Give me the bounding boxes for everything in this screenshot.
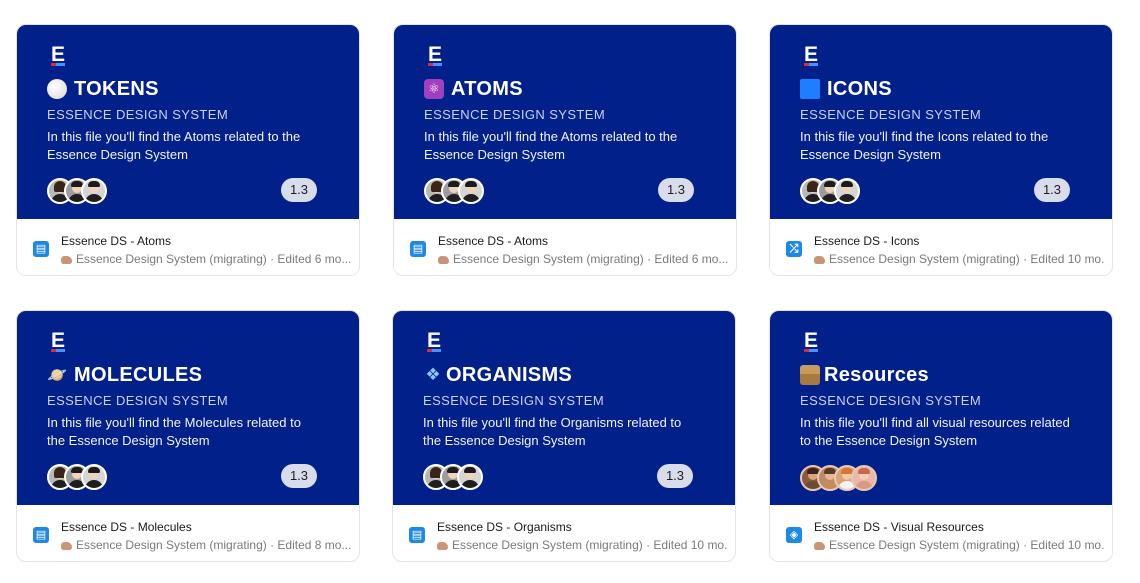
file-meta[interactable]: ▤ Essence DS - Atoms Essence Design Syst… (17, 219, 359, 275)
file-meta[interactable]: ◈ Essence DS - Visual Resources Essence … (770, 505, 1112, 561)
hand-emoji-icon (61, 542, 72, 550)
shuffle-icon: ⤮ (786, 241, 802, 257)
book-icon: ▤ (409, 527, 425, 543)
thumbnail-title: MOLECULES (74, 364, 203, 386)
thumbnail-title: TOKENS (74, 78, 159, 100)
file-subtitle: Essence Design System (migrating) · Edit… (61, 537, 351, 553)
file-card-molecules[interactable]: E 🪐 MOLECULES ESSENCE DESIGN SYSTEM In t… (16, 310, 360, 562)
essence-logo-icon: E (51, 43, 66, 66)
file-subtitle: Essence Design System (migrating) · Edit… (438, 251, 728, 267)
file-meta[interactable]: ▤ Essence DS - Molecules Essence Design … (17, 505, 359, 561)
thumbnail-title: ICONS (827, 78, 892, 100)
avatar (457, 464, 483, 490)
atom-icon: ⚛ (424, 79, 444, 99)
essence-logo-icon: E (427, 329, 442, 352)
file-thumbnail[interactable]: E ⚛ ATOMS ESSENCE DESIGN SYSTEM In this … (394, 25, 736, 219)
file-card-tokens[interactable]: E TOKENS ESSENCE DESIGN SYSTEM In this f… (16, 24, 360, 276)
collaborator-avatars (47, 464, 107, 490)
file-subtitle: Essence Design System (migrating) · Edit… (437, 537, 727, 553)
thumbnail-title: Resources (824, 364, 929, 386)
file-card-resources[interactable]: E Resources ESSENCE DESIGN SYSTEM In thi… (769, 310, 1113, 562)
file-card-organisms[interactable]: E ❖ ORGANISMS ESSENCE DESIGN SYSTEM In t… (392, 310, 736, 562)
version-badge: 1.3 (658, 178, 694, 202)
file-name: Essence DS - Atoms (61, 234, 172, 248)
version-badge: 1.3 (657, 464, 693, 488)
thumbnail-subtitle: ESSENCE DESIGN SYSTEM (800, 107, 982, 122)
thumbnail-description: In this file you'll find the Organisms r… (423, 415, 682, 448)
diamond-cluster-icon: ❖ (425, 365, 441, 384)
essence-logo-icon: E (51, 329, 66, 352)
blue-square-icon (800, 79, 820, 99)
collaborator-avatars (800, 178, 860, 204)
collaborator-avatars (424, 178, 484, 204)
thumbnail-description: In this file you'll find all visual reso… (800, 415, 1070, 448)
thumbnail-subtitle: ESSENCE DESIGN SYSTEM (47, 107, 229, 122)
file-thumbnail[interactable]: E TOKENS ESSENCE DESIGN SYSTEM In this f… (17, 25, 359, 219)
hand-emoji-icon (814, 542, 825, 550)
book-icon: ▤ (410, 241, 426, 257)
essence-logo-icon: E (428, 43, 443, 66)
ringed-planet-icon: 🪐 (47, 365, 67, 385)
collaborator-avatars (800, 465, 877, 491)
thumbnail-title: ORGANISMS (446, 364, 573, 386)
collaborator-avatars (47, 178, 107, 204)
avatar (851, 465, 877, 491)
file-thumbnail[interactable]: E ❖ ORGANISMS ESSENCE DESIGN SYSTEM In t… (393, 311, 735, 505)
version-badge: 1.3 (281, 464, 317, 488)
thumbnail-title: ATOMS (451, 78, 523, 100)
file-name: Essence DS - Organisms (437, 520, 572, 534)
thumbnail-subtitle: ESSENCE DESIGN SYSTEM (423, 393, 605, 408)
avatar (834, 178, 860, 204)
file-meta[interactable]: ⤮ Essence DS - Icons Essence Design Syst… (770, 219, 1112, 275)
avatar (81, 178, 107, 204)
avatar (458, 178, 484, 204)
tag-icon: ◈ (786, 527, 802, 543)
file-thumbnail[interactable]: E 🪐 MOLECULES ESSENCE DESIGN SYSTEM In t… (17, 311, 359, 505)
file-card-icons[interactable]: E ICONS ESSENCE DESIGN SYSTEM In this fi… (769, 24, 1113, 276)
thumbnail-description: In this file you'll find the Icons relat… (800, 129, 1049, 162)
thumbnail-subtitle: ESSENCE DESIGN SYSTEM (800, 393, 982, 408)
hand-emoji-icon (814, 256, 825, 264)
white-circle-icon (47, 79, 67, 99)
thumbnail-description: In this file you'll find the Atoms relat… (47, 129, 301, 162)
collaborator-avatars (423, 464, 483, 490)
avatar (81, 464, 107, 490)
thumbnail-subtitle: ESSENCE DESIGN SYSTEM (47, 393, 229, 408)
file-meta[interactable]: ▤ Essence DS - Organisms Essence Design … (393, 505, 735, 561)
file-name: Essence DS - Molecules (61, 520, 192, 534)
essence-logo-icon: E (804, 329, 819, 352)
book-icon: ▤ (33, 241, 49, 257)
file-name: Essence DS - Atoms (438, 234, 549, 248)
file-name: Essence DS - Icons (814, 234, 920, 248)
essence-logo-icon: E (804, 43, 819, 66)
file-name: Essence DS - Visual Resources (814, 520, 984, 534)
hand-emoji-icon (437, 542, 448, 550)
file-card-atoms[interactable]: E ⚛ ATOMS ESSENCE DESIGN SYSTEM In this … (393, 24, 737, 276)
thumbnail-description: In this file you'll find the Atoms relat… (424, 129, 678, 162)
hand-emoji-icon (61, 256, 72, 264)
file-subtitle: Essence Design System (migrating) · Edit… (61, 251, 351, 267)
file-meta[interactable]: ▤ Essence DS - Atoms Essence Design Syst… (394, 219, 736, 275)
file-subtitle: Essence Design System (migrating) · Edit… (814, 251, 1104, 267)
version-badge: 1.3 (281, 178, 317, 202)
book-icon: ▤ (33, 527, 49, 543)
file-subtitle: Essence Design System (migrating) · Edit… (814, 537, 1104, 553)
hand-emoji-icon (438, 256, 449, 264)
thumbnail-subtitle: ESSENCE DESIGN SYSTEM (424, 107, 606, 122)
package-box-icon (800, 365, 820, 385)
thumbnail-description: In this file you'll find the Molecules r… (47, 415, 301, 448)
file-thumbnail[interactable]: E ICONS ESSENCE DESIGN SYSTEM In this fi… (770, 25, 1112, 219)
file-thumbnail[interactable]: E Resources ESSENCE DESIGN SYSTEM In thi… (770, 311, 1112, 505)
version-badge: 1.3 (1034, 178, 1070, 202)
